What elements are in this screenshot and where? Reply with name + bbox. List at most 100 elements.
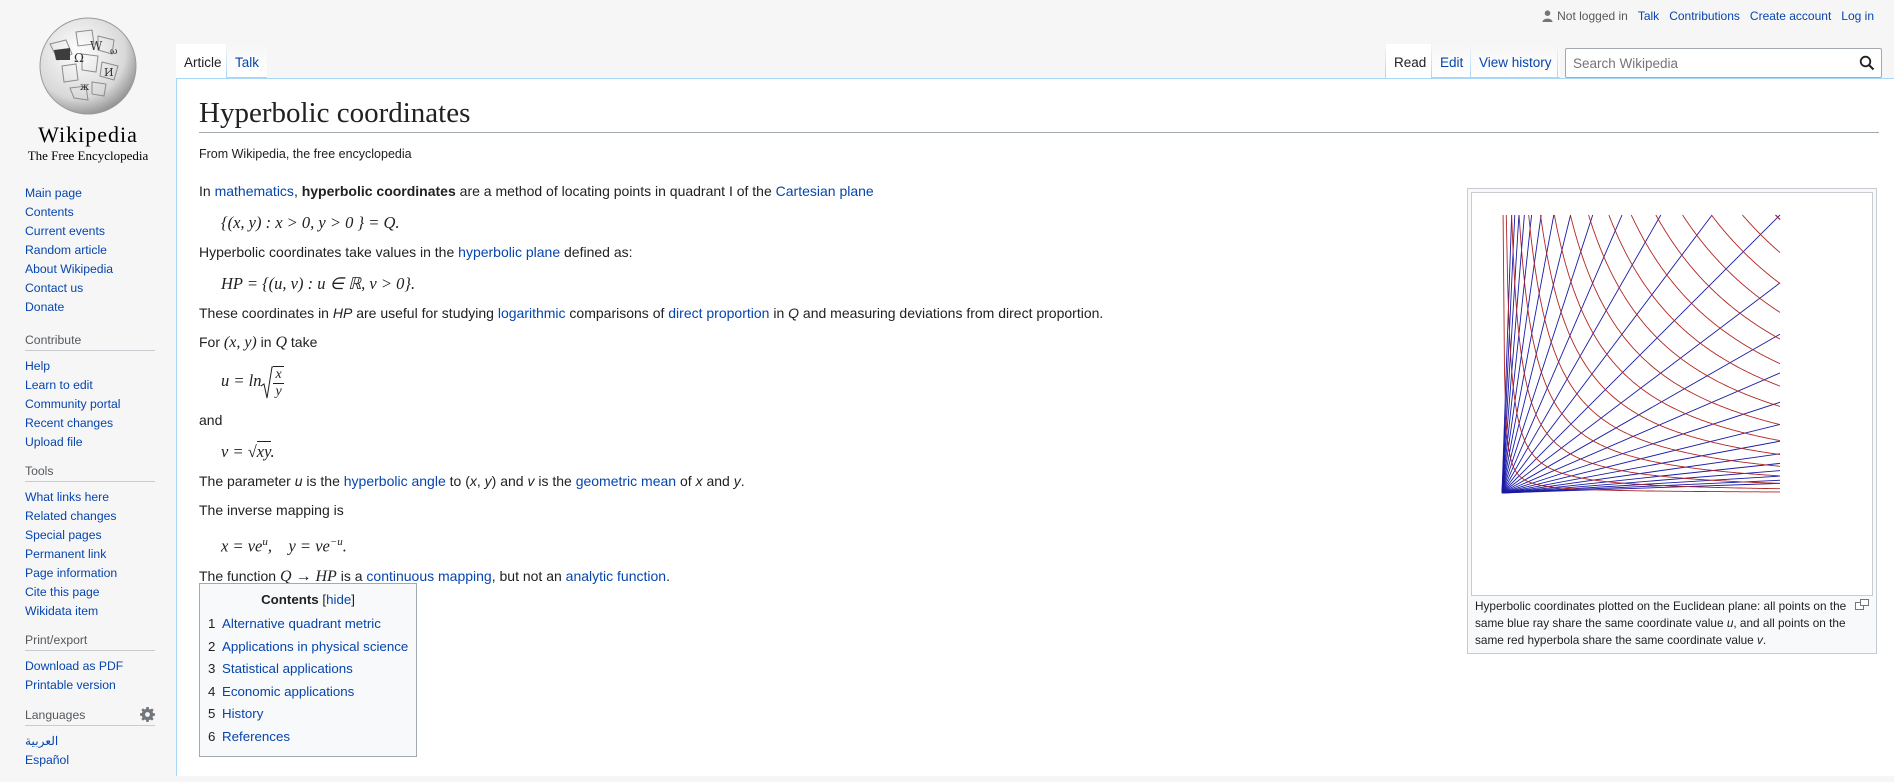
log-in-link[interactable]: Log in (1841, 9, 1874, 23)
math-text: v = (221, 442, 248, 462)
equation-u: u = ln x y (221, 361, 1429, 402)
text: , but not an (491, 567, 566, 584)
sidebar-item-cite-this-page[interactable]: Cite this page (25, 585, 100, 599)
contributions-link[interactable]: Contributions (1669, 9, 1740, 23)
toc-header: Contents [hide] (208, 592, 408, 607)
sidebar-item-what-links-here[interactable]: What links here (25, 490, 109, 504)
tab-talk[interactable]: Talk (227, 44, 268, 78)
toc-item[interactable]: 4 Economic applications (208, 681, 408, 704)
sidebar-item-recent-changes[interactable]: Recent changes (25, 416, 113, 430)
blue-ray (1501, 214, 1662, 494)
language-spanish[interactable]: Español (25, 753, 69, 767)
sidebar-item-main-page[interactable]: Main page (25, 186, 82, 200)
text: is the (302, 473, 344, 490)
fraction: xy (273, 366, 284, 400)
math-var: Q (788, 305, 800, 321)
link-direct-proportion[interactable]: direct proportion (668, 305, 769, 321)
sidebar-item-donate[interactable]: Donate (25, 300, 64, 314)
text: The parameter (199, 473, 295, 490)
languages-header: Languages (25, 707, 155, 726)
text: in (256, 334, 276, 350)
svg-text:W: W (90, 39, 103, 53)
figure-image-frame[interactable] (1471, 192, 1873, 596)
search-input[interactable] (1566, 49, 1846, 77)
paragraph: Hyperbolic coordinates take values in th… (199, 242, 1429, 263)
sidebar-item-help[interactable]: Help (25, 359, 50, 373)
sidebar-item-wikidata-item[interactable]: Wikidata item (25, 604, 98, 618)
sidebar-item-random-article[interactable]: Random article (25, 243, 107, 257)
tab-read[interactable]: Read (1386, 44, 1435, 78)
talk-link[interactable]: Talk (1638, 9, 1659, 23)
paragraph: For (x, y) in Q take (199, 332, 1429, 353)
tab-article[interactable]: Article (176, 44, 230, 78)
link-cartesian-plane[interactable]: Cartesian plane (776, 183, 874, 199)
sidebar-item-contents[interactable]: Contents (25, 205, 74, 219)
link-continuous-mapping[interactable]: continuous mapping (366, 568, 491, 584)
toc-item[interactable]: 5 History (208, 703, 408, 726)
sidebar-item-upload-file[interactable]: Upload file (25, 435, 83, 449)
toc-number: 3 (208, 661, 216, 676)
sidebar-item-about[interactable]: About Wikipedia (25, 262, 113, 276)
site-subtitle: From Wikipedia, the free encyclopedia (199, 147, 412, 161)
toc-item[interactable]: 3 Statistical applications (208, 658, 408, 681)
wikipedia-logo[interactable]: Ω W И ж ω Wikipedia The Free Encyclopedi… (18, 14, 158, 163)
math-var: HP (332, 305, 353, 321)
paragraph: The inverse mapping is (199, 502, 344, 519)
toc-link[interactable]: Alternative quadrant metric (222, 616, 381, 631)
sidebar-item-contact[interactable]: Contact us (25, 281, 83, 295)
create-account-link[interactable]: Create account (1750, 9, 1831, 23)
math-text: x = ve (221, 536, 263, 556)
toc-link[interactable]: Economic applications (222, 684, 354, 699)
print-heading: Print/export (25, 633, 155, 651)
sidebar-item-printable-version[interactable]: Printable version (25, 678, 116, 692)
link-mathematics[interactable]: mathematics (215, 183, 294, 199)
link-geometric-mean[interactable]: geometric mean (576, 473, 676, 489)
paragraph: In mathematics, hyperbolic coordinates a… (199, 181, 1429, 202)
link-analytic-function[interactable]: analytic function (566, 568, 666, 584)
toc-number: 4 (208, 683, 216, 699)
text: and measuring deviations from direct pro… (799, 305, 1104, 321)
toc-item[interactable]: 1 Alternative quadrant metric (208, 613, 408, 636)
logo-tagline: The Free Encyclopedia (27, 148, 149, 163)
navigation-portal: Main page Contents Current events Random… (25, 184, 155, 317)
text: In (199, 183, 215, 199)
toc-item[interactable]: 6 References (208, 726, 408, 749)
toc-link[interactable]: References (222, 729, 290, 744)
link-logarithmic[interactable]: logarithmic (498, 305, 566, 321)
toc-link[interactable]: Applications in physical science (222, 639, 408, 654)
tab-edit[interactable]: Edit (1432, 44, 1472, 78)
sidebar-item-current-events[interactable]: Current events (25, 224, 105, 238)
math-inline: (x, y) (223, 334, 257, 351)
link-hyperbolic-angle[interactable]: hyperbolic angle (344, 473, 446, 489)
math-text: u = ln (221, 371, 262, 390)
math-superscript: −u (329, 536, 343, 549)
text: . (740, 473, 745, 490)
bold-term: hyperbolic coordinates (301, 183, 456, 199)
sidebar: Main page Contents Current events Random… (25, 184, 155, 782)
search-icon[interactable] (1859, 55, 1875, 71)
sidebar-item-download-pdf[interactable]: Download as PDF (25, 659, 123, 673)
toc-number: 1 (208, 616, 216, 631)
toc-title: Contents (261, 592, 319, 607)
tab-view-history[interactable]: View history (1471, 44, 1560, 78)
toc-link[interactable]: History (222, 706, 263, 721)
sidebar-item-learn-to-edit[interactable]: Learn to edit (25, 378, 93, 392)
language-arabic[interactable]: العربية (25, 734, 58, 748)
equation-inverse: x = veu, y = ve−u. (221, 529, 1429, 560)
sidebar-item-permanent-link[interactable]: Permanent link (25, 547, 106, 561)
sidebar-item-related-changes[interactable]: Related changes (25, 509, 116, 523)
sidebar-item-special-pages[interactable]: Special pages (25, 528, 102, 542)
sidebar-item-community-portal[interactable]: Community portal (25, 397, 121, 411)
toc-item[interactable]: 2 Applications in physical science (208, 636, 408, 659)
link-hyperbolic-plane[interactable]: hyperbolic plane (458, 244, 560, 260)
sidebar-item-page-information[interactable]: Page information (25, 566, 117, 580)
enlarge-icon[interactable] (1855, 599, 1869, 610)
toc-link[interactable]: Statistical applications (222, 661, 353, 676)
sqrt-sign: √ (247, 442, 257, 462)
toc-hide-button[interactable]: hide (326, 592, 351, 607)
paragraph: The parameter u is the hyperbolic angle … (199, 471, 1429, 492)
blue-ray (1501, 214, 1781, 494)
gear-icon[interactable] (140, 707, 155, 722)
equation-v: v = √xy. (221, 439, 1429, 465)
math-inline: Q (275, 334, 287, 351)
